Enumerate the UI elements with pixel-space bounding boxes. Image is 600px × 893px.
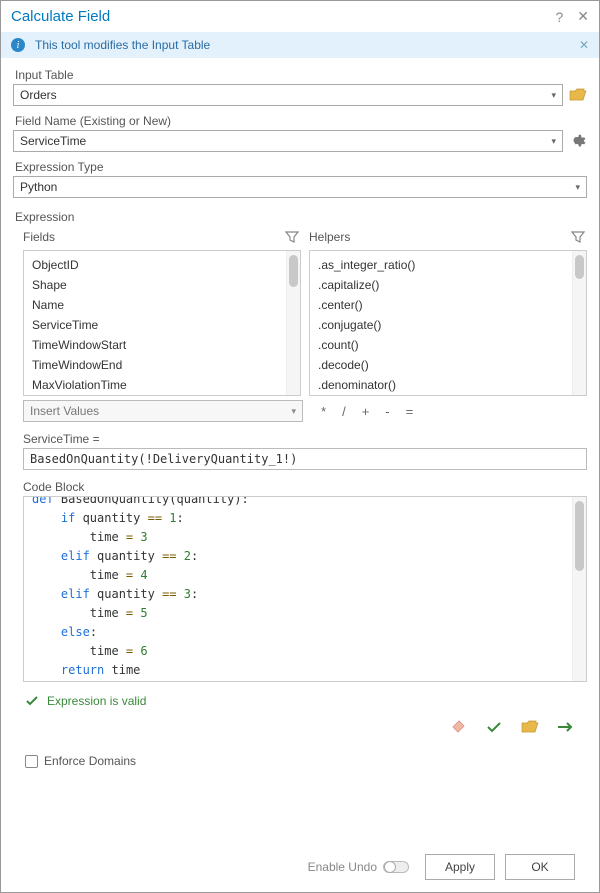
fields-listbox[interactable]: ObjectIDShapeNameServiceTimeTimeWindowSt…: [23, 250, 301, 396]
operator-button[interactable]: =: [406, 404, 414, 419]
calculate-field-dialog: Calculate Field ? ✕ i This tool modifies…: [0, 0, 600, 893]
list-item[interactable]: ObjectID: [24, 255, 300, 275]
enable-undo-toggle[interactable]: [383, 861, 409, 873]
helpers-listbox[interactable]: .as_integer_ratio().capitalize().center(…: [309, 250, 587, 396]
field-name-combo[interactable]: ServiceTime ▾: [13, 130, 563, 152]
scrollbar[interactable]: [572, 251, 586, 395]
info-message: This tool modifies the Input Table: [35, 38, 210, 52]
enable-undo-row: Enable Undo: [308, 860, 409, 874]
filter-fields-button[interactable]: [283, 228, 301, 246]
fields-header: Fields: [23, 230, 283, 244]
operator-button[interactable]: +: [362, 404, 370, 419]
chevron-down-icon: ▾: [291, 406, 296, 417]
validation-status: Expression is valid: [25, 694, 587, 708]
enforce-domains-checkbox[interactable]: [25, 755, 38, 768]
list-item[interactable]: .conjugate(): [310, 315, 586, 335]
field-settings-button[interactable]: [569, 132, 587, 150]
check-icon: [25, 694, 39, 708]
dialog-footer: Enable Undo Apply OK: [13, 842, 587, 892]
close-button[interactable]: ✕: [577, 8, 589, 25]
chevron-down-icon: ▾: [575, 182, 580, 193]
list-item[interactable]: TimeWindowEnd: [24, 355, 300, 375]
help-button[interactable]: ?: [555, 9, 563, 25]
expression-type-combo[interactable]: Python ▾: [13, 176, 587, 198]
expression-type-label: Expression Type: [15, 160, 587, 174]
dialog-title: Calculate Field: [11, 8, 541, 25]
helpers-header: Helpers: [309, 230, 569, 244]
enforce-domains-label: Enforce Domains: [44, 754, 136, 768]
expression-actions: [13, 708, 587, 742]
list-item[interactable]: TimeWindowStart: [24, 335, 300, 355]
list-item[interactable]: ServiceTime: [24, 315, 300, 335]
scrollbar[interactable]: [572, 497, 586, 681]
operator-button[interactable]: /: [342, 404, 346, 419]
input-table-combo[interactable]: Orders ▾: [13, 84, 563, 106]
scrollbar[interactable]: [286, 251, 300, 395]
field-name-label: Field Name (Existing or New): [15, 114, 587, 128]
info-close-button[interactable]: ✕: [579, 38, 589, 52]
list-item[interactable]: .capitalize(): [310, 275, 586, 295]
chevron-down-icon: ▾: [551, 90, 556, 101]
input-table-label: Input Table: [15, 68, 587, 82]
enforce-domains-row: Enforce Domains: [25, 754, 587, 768]
list-item[interactable]: Name: [24, 295, 300, 315]
list-item[interactable]: Shape: [24, 275, 300, 295]
insert-values-combo[interactable]: Insert Values ▾: [23, 400, 303, 422]
list-item[interactable]: .count(): [310, 335, 586, 355]
operator-button[interactable]: -: [385, 404, 389, 419]
expression-field-label: ServiceTime =: [23, 432, 587, 446]
titlebar: Calculate Field ? ✕: [1, 1, 599, 32]
operator-button[interactable]: *: [321, 404, 326, 419]
load-expression-button[interactable]: [521, 718, 539, 736]
apply-button[interactable]: Apply: [425, 854, 495, 880]
list-item[interactable]: MaxViolationTime: [24, 375, 300, 395]
content-area: Input Table Orders ▾ Field Name (Existin…: [1, 58, 599, 892]
code-block-label: Code Block: [23, 480, 587, 494]
info-icon: i: [11, 38, 25, 52]
list-item[interactable]: .center(): [310, 295, 586, 315]
list-item[interactable]: .denominator(): [310, 375, 586, 395]
ok-button[interactable]: OK: [505, 854, 575, 880]
export-expression-button[interactable]: [557, 718, 575, 736]
validate-button[interactable]: [485, 718, 503, 736]
code-block-input[interactable]: def BasedOnQuantity(quantity): if quanti…: [23, 496, 587, 682]
expression-label: Expression: [15, 210, 587, 224]
erase-button[interactable]: [449, 718, 467, 736]
chevron-down-icon: ▾: [551, 136, 556, 147]
list-item[interactable]: .decode(): [310, 355, 586, 375]
browse-input-table-button[interactable]: [569, 86, 587, 104]
list-item[interactable]: .as_integer_ratio(): [310, 255, 586, 275]
expression-input[interactable]: BasedOnQuantity(!DeliveryQuantity_1!): [23, 448, 587, 470]
info-bar: i This tool modifies the Input Table ✕: [1, 32, 599, 58]
filter-helpers-button[interactable]: [569, 228, 587, 246]
operators-row: * / +- =: [311, 400, 587, 422]
